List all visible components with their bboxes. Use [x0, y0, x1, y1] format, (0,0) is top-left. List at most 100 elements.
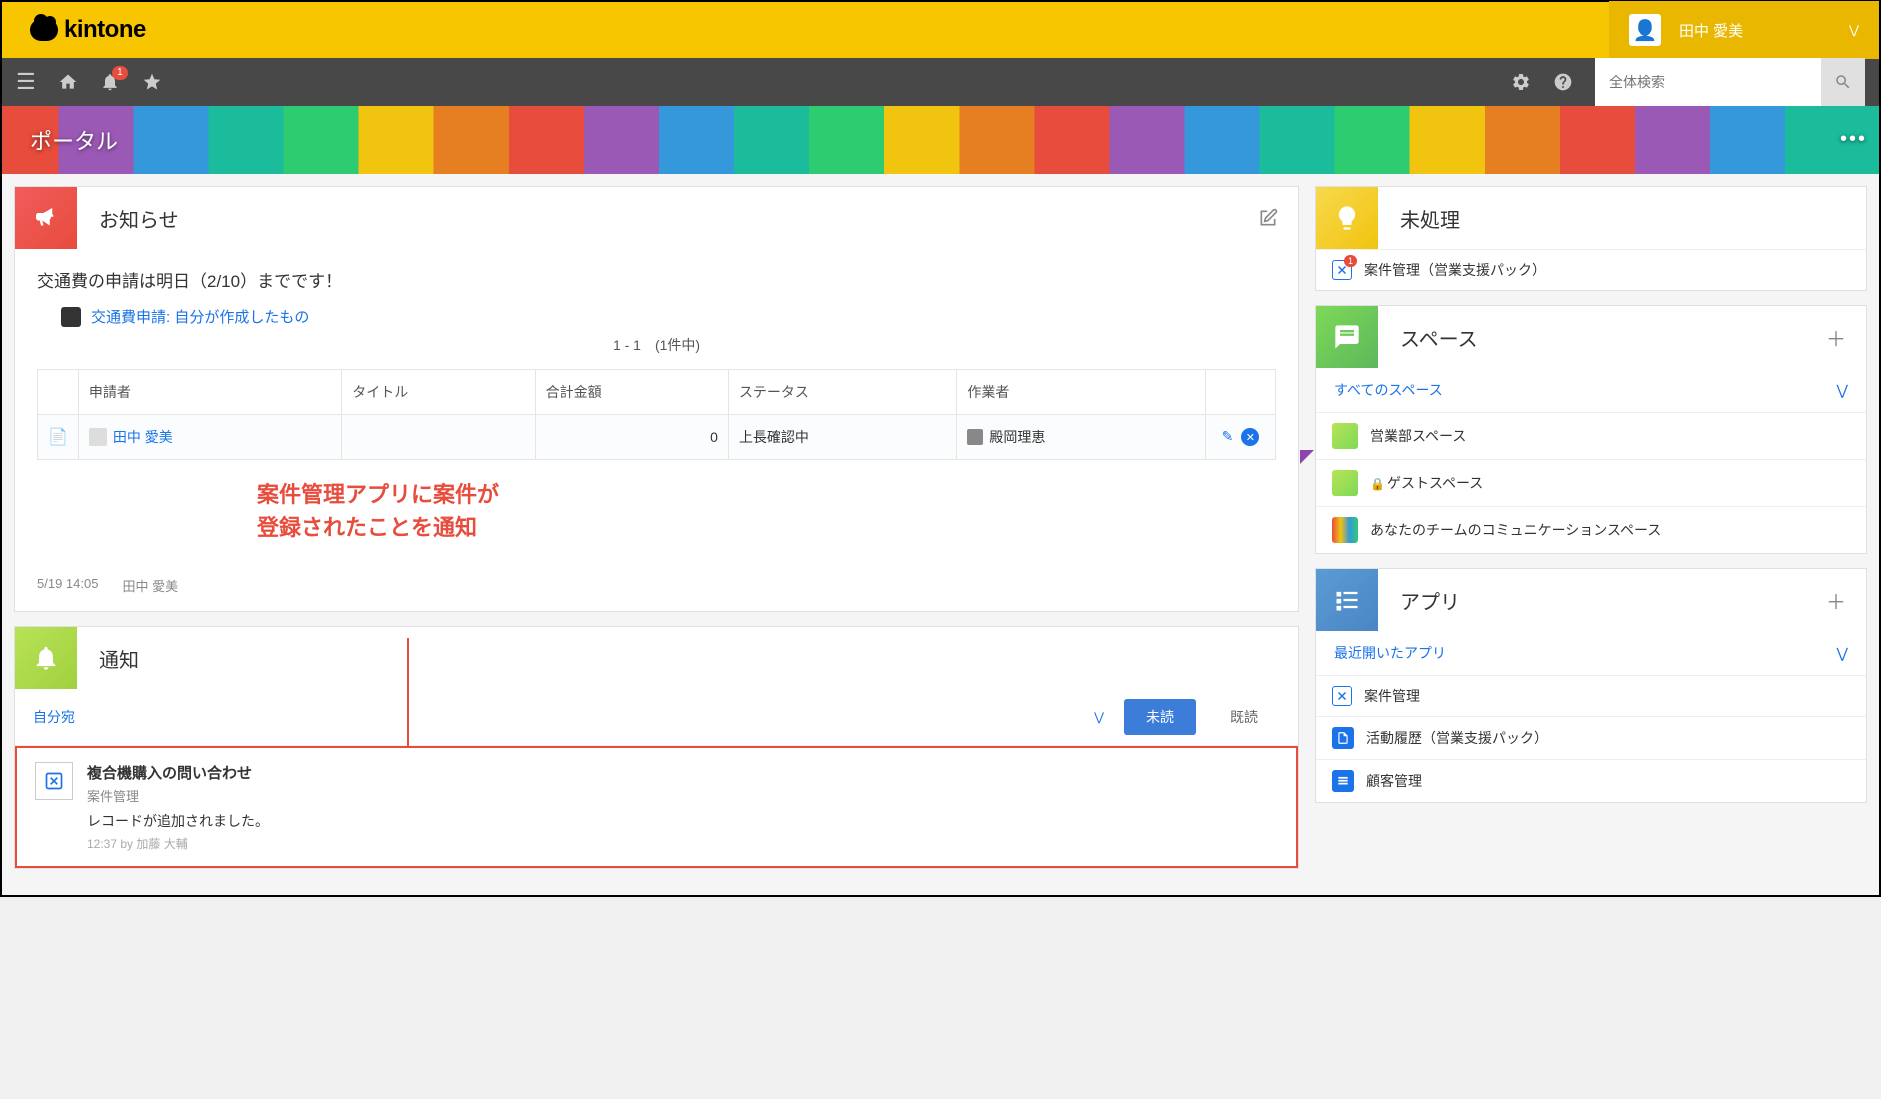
- app-icon: [1332, 727, 1354, 749]
- row-title: [342, 415, 535, 460]
- chevron-down-icon[interactable]: ⋁: [1094, 710, 1104, 724]
- page-title: ポータル: [30, 124, 118, 156]
- app-icon: 1: [1332, 260, 1352, 280]
- notif-item-app: 案件管理: [87, 786, 1278, 805]
- notif-item-title: 複合機購入の問い合わせ: [87, 762, 1278, 783]
- col-action: [1206, 370, 1276, 415]
- hamburger-icon[interactable]: ☰: [16, 69, 36, 95]
- notification-item[interactable]: 複合機購入の問い合わせ 案件管理 レコードが追加されました。 12:37 by …: [15, 746, 1298, 868]
- col-title: タイトル: [342, 370, 535, 415]
- col-worker: 作業者: [957, 370, 1206, 415]
- notif-item-message: レコードが追加されました。: [87, 811, 1278, 831]
- chat-icon: [1316, 306, 1378, 368]
- announcement-title: お知らせ: [77, 204, 1246, 233]
- train-icon: [61, 307, 81, 327]
- megaphone-icon: [15, 187, 77, 249]
- nav-bar: ☰ 1: [0, 58, 1881, 106]
- logo-text: kintone: [64, 16, 146, 44]
- app-item[interactable]: 案件管理: [1316, 675, 1866, 716]
- bell-icon[interactable]: 1: [100, 72, 120, 92]
- mini-avatar: [89, 428, 107, 446]
- gear-icon[interactable]: [1511, 72, 1531, 92]
- user-menu[interactable]: 👤 田中 愛美 ⋁: [1609, 1, 1879, 59]
- chevron-down-icon: ⋁: [1837, 645, 1848, 662]
- add-space-button[interactable]: ＋: [1814, 315, 1858, 359]
- search-box: [1595, 58, 1865, 106]
- app-icon: [35, 762, 73, 800]
- space-label: 営業部スペース: [1370, 426, 1466, 446]
- logo[interactable]: kintone: [30, 16, 146, 44]
- meta-user: 田中 愛美: [122, 576, 178, 595]
- space-label: あなたのチームのコミュニケーションスペース: [1370, 520, 1661, 540]
- applicant-name[interactable]: 田中 愛美: [113, 427, 173, 447]
- chevron-down-icon: ⋁: [1837, 382, 1848, 399]
- header-bar: kintone 👤 田中 愛美 ⋁: [0, 0, 1881, 58]
- col-amount: 合計金額: [535, 370, 728, 415]
- read-button[interactable]: 既読: [1208, 699, 1280, 735]
- notifications-title: 通知: [77, 644, 1298, 673]
- row-amount: 0: [535, 415, 728, 460]
- notif-item-time: 12:37 by 加藤 大輔: [87, 835, 1278, 852]
- space-item[interactable]: 営業部スペース: [1316, 412, 1866, 459]
- row-status: 上長確認中: [728, 415, 956, 460]
- pager-text: 1 - 1 (1件中): [37, 335, 1276, 355]
- app-icon: [1332, 686, 1352, 706]
- pending-label: 案件管理（営業支援パック）: [1364, 260, 1546, 280]
- space-item[interactable]: 🔒ゲストスペース: [1316, 459, 1866, 506]
- search-button[interactable]: [1821, 58, 1865, 106]
- lock-icon: 🔒: [1370, 477, 1385, 491]
- apps-widget: アプリ ＋ 最近開いたアプリ ⋁ 案件管理 活動履歴（営業支援パック）: [1315, 568, 1867, 803]
- announcement-heading: 交通費の申請は明日（2/10）までです！: [37, 267, 1276, 292]
- app-item[interactable]: 活動履歴（営業支援パック）: [1316, 716, 1866, 759]
- logo-cloud-icon: [30, 19, 58, 41]
- add-app-button[interactable]: ＋: [1814, 578, 1858, 622]
- announcement-link[interactable]: 交通費申請: 自分が作成したもの: [91, 306, 309, 327]
- table-row[interactable]: 📄 田中 愛美 0 上長確認中 殿岡理恵 ✎✕: [38, 415, 1276, 460]
- file-icon: 📄: [48, 429, 68, 446]
- search-icon: [1834, 73, 1852, 91]
- list-icon: [1316, 569, 1378, 631]
- pending-badge: 1: [1344, 255, 1357, 267]
- callout-annotation: 案件管理アプリに案件が 登録されたことを通知: [257, 478, 1276, 544]
- announcement-meta: 5/19 14:05 田中 愛美: [15, 576, 1298, 611]
- pending-item[interactable]: 1 案件管理（営業支援パック）: [1316, 249, 1866, 290]
- space-thumb-icon: [1332, 423, 1358, 449]
- col-status: ステータス: [728, 370, 956, 415]
- pending-title: 未処理: [1378, 204, 1866, 233]
- apps-title: アプリ: [1378, 586, 1814, 615]
- space-label: ゲストスペース: [1387, 475, 1483, 491]
- unread-button[interactable]: 未読: [1124, 699, 1196, 735]
- more-icon[interactable]: •••: [1840, 128, 1867, 151]
- notif-tab-self[interactable]: 自分宛: [33, 707, 75, 727]
- bell-badge: 1: [112, 66, 128, 80]
- help-icon[interactable]: [1553, 72, 1573, 92]
- app-icon: [1332, 770, 1354, 792]
- spaces-widget: スペース ＋ すべてのスペース ⋁ 営業部スペース 🔒ゲストスペース あなたのチ…: [1315, 305, 1867, 554]
- user-name: 田中 愛美: [1679, 20, 1831, 41]
- space-item[interactable]: あなたのチームのコミュニケーションスペース: [1316, 506, 1866, 553]
- portal-banner: ポータル •••: [0, 106, 1881, 174]
- meta-date: 5/19 14:05: [37, 576, 98, 595]
- star-icon[interactable]: [142, 72, 162, 92]
- recent-apps-link[interactable]: 最近開いたアプリ ⋁: [1316, 631, 1866, 675]
- app-label: 活動履歴（営業支援パック）: [1366, 728, 1548, 748]
- spaces-title: スペース: [1378, 323, 1814, 352]
- chevron-down-icon: ⋁: [1849, 23, 1859, 37]
- edit-icon[interactable]: [1246, 196, 1290, 240]
- home-icon[interactable]: [58, 72, 78, 92]
- app-label: 顧客管理: [1366, 771, 1422, 791]
- bell-widget-icon: [15, 627, 77, 689]
- lightbulb-icon: [1316, 187, 1378, 249]
- col-icon: [38, 370, 79, 415]
- space-thumb-icon: [1332, 470, 1358, 496]
- search-input[interactable]: [1595, 58, 1821, 106]
- app-item[interactable]: 顧客管理: [1316, 759, 1866, 802]
- all-spaces-link[interactable]: すべてのスペース ⋁: [1316, 368, 1866, 412]
- expense-table: 申請者 タイトル 合計金額 ステータス 作業者 📄 田中 愛美: [37, 369, 1276, 460]
- callout-line: [407, 638, 409, 748]
- announcement-widget: お知らせ 交通費の申請は明日（2/10）までです！ 交通費申請: 自分が作成した…: [14, 186, 1299, 612]
- worker-icon: [967, 429, 983, 445]
- notifications-widget: 通知 自分宛 ⋁ 未読 既読 複合機購入の問い合わせ 案件管理 レコードが追加さ…: [14, 626, 1299, 869]
- row-delete-icon[interactable]: ✕: [1241, 428, 1259, 446]
- row-edit-icon[interactable]: ✎: [1222, 428, 1234, 446]
